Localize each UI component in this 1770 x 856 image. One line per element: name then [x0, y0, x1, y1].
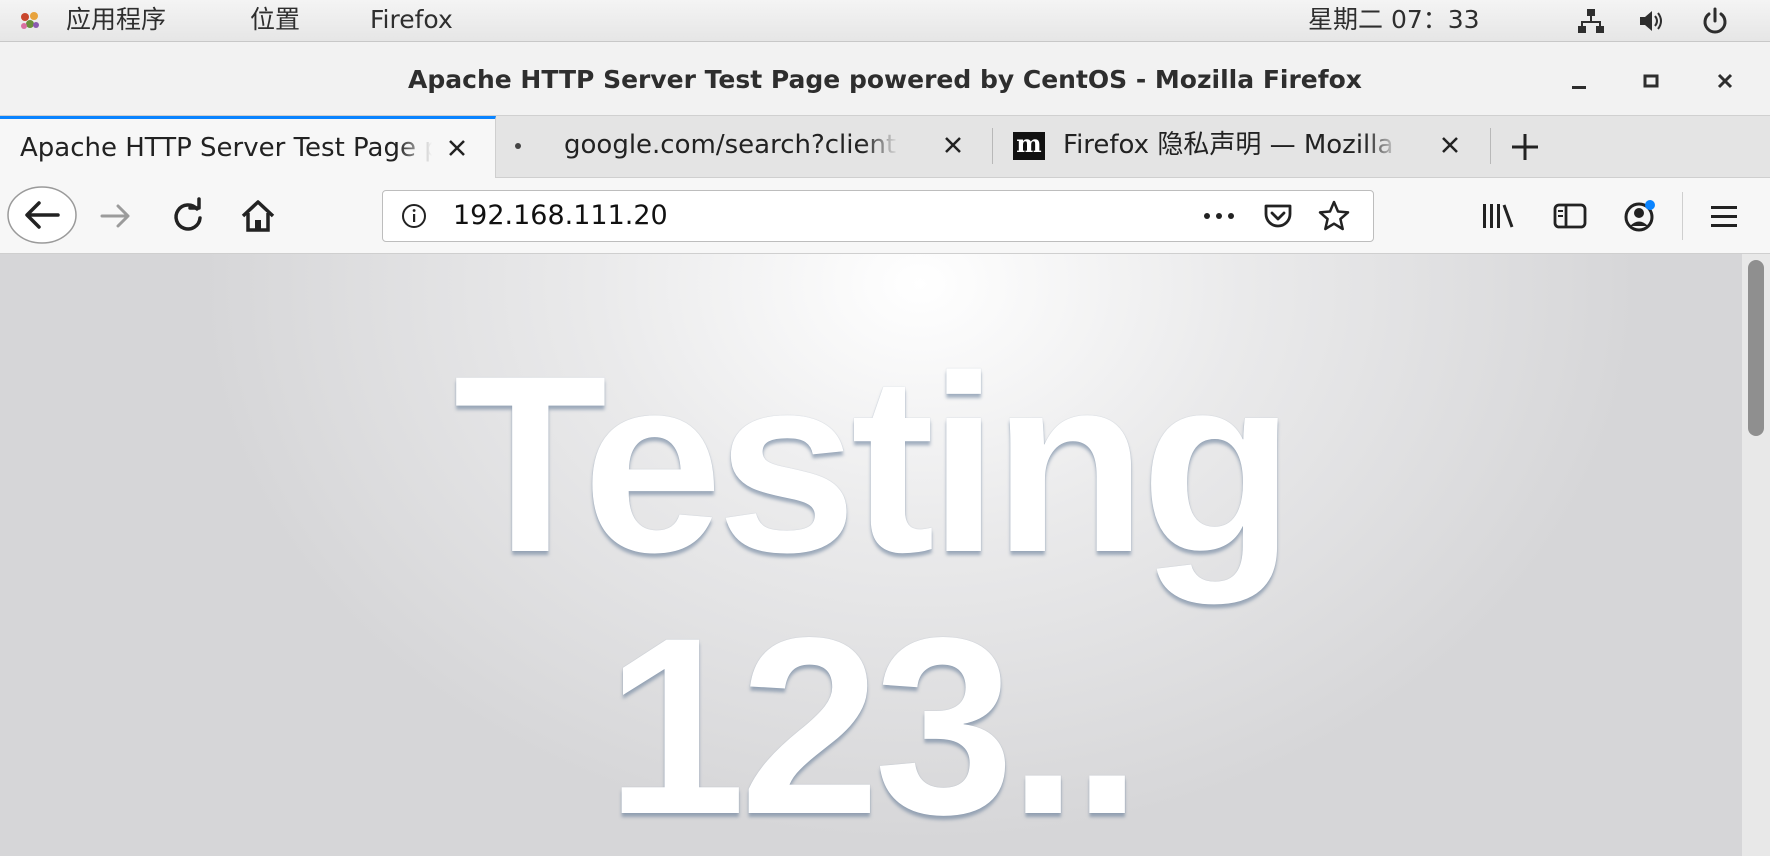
minimize-icon[interactable] [1564, 66, 1594, 96]
toolbar-separator [1682, 192, 1683, 240]
tab-separator [1490, 128, 1491, 164]
tab-label: Firefox 隐私声明 — Mozilla [1063, 130, 1394, 160]
gnome-top-bar: 应用程序 位置 Firefox 星期二 07：33 [0, 0, 1770, 42]
tab-apache-test-page[interactable]: Apache HTTP Server Test Page powered by … [0, 116, 496, 178]
maximize-icon[interactable] [1636, 66, 1666, 96]
navigation-toolbar: 192.168.111.20 [0, 178, 1770, 254]
page-actions-icon[interactable] [1199, 203, 1239, 229]
tab-label: Apache HTTP Server Test Page powered by … [20, 133, 432, 163]
tab-label-fade [864, 118, 898, 174]
back-icon[interactable] [6, 184, 78, 246]
close-tab-icon[interactable] [1437, 132, 1463, 158]
sidebar-icon[interactable] [1550, 196, 1590, 236]
window-title: Apache HTTP Server Test Page powered by … [408, 65, 1362, 94]
url-text[interactable]: 192.168.111.20 [453, 191, 668, 241]
bookmark-star-icon[interactable] [1317, 199, 1351, 233]
applications-menu[interactable]: 应用程序 [66, 0, 166, 42]
volume-icon[interactable] [1636, 6, 1666, 36]
headline-line1: Testing [453, 324, 1294, 605]
clock[interactable]: 星期二 07：33 [1308, 0, 1480, 42]
tab-label: google.com/search?client=firefox-b [564, 130, 898, 160]
power-icon[interactable] [1700, 6, 1730, 36]
hamburger-menu-icon[interactable] [1704, 196, 1744, 236]
reload-icon[interactable] [168, 196, 208, 236]
tab-google-search[interactable]: google.com/search?client=firefox-b [496, 116, 992, 178]
tab-firefox-privacy[interactable]: m Firefox 隐私声明 — Mozilla [993, 116, 1489, 178]
window-title-bar: Apache HTTP Server Test Page powered by … [0, 42, 1770, 116]
dot-icon [515, 143, 521, 149]
tab-label-fade [398, 121, 432, 177]
places-menu[interactable]: 位置 [250, 0, 300, 42]
applications-icon[interactable] [18, 9, 42, 33]
headline-line2: 123.. [605, 586, 1142, 856]
pocket-icon[interactable] [1261, 199, 1295, 233]
app-menu-firefox[interactable]: Firefox [370, 0, 453, 42]
page-content: Testing 123.. [0, 254, 1742, 856]
mozilla-m-icon: m [1013, 132, 1045, 160]
scrollbar-thumb[interactable] [1748, 260, 1764, 436]
close-tab-icon[interactable] [940, 132, 966, 158]
page-info-icon[interactable] [401, 203, 427, 229]
tab-strip: Apache HTTP Server Test Page powered by … [0, 116, 1770, 178]
library-icon[interactable] [1478, 196, 1518, 236]
account-icon[interactable] [1620, 196, 1660, 236]
address-bar[interactable]: 192.168.111.20 [382, 190, 1374, 242]
tab-label-fade [1365, 118, 1399, 174]
close-tab-icon[interactable] [444, 135, 470, 161]
forward-icon[interactable] [96, 196, 136, 236]
home-icon[interactable] [238, 196, 278, 236]
close-window-icon[interactable] [1710, 66, 1740, 96]
new-tab-icon[interactable] [1508, 130, 1542, 164]
network-icon[interactable] [1576, 6, 1606, 36]
